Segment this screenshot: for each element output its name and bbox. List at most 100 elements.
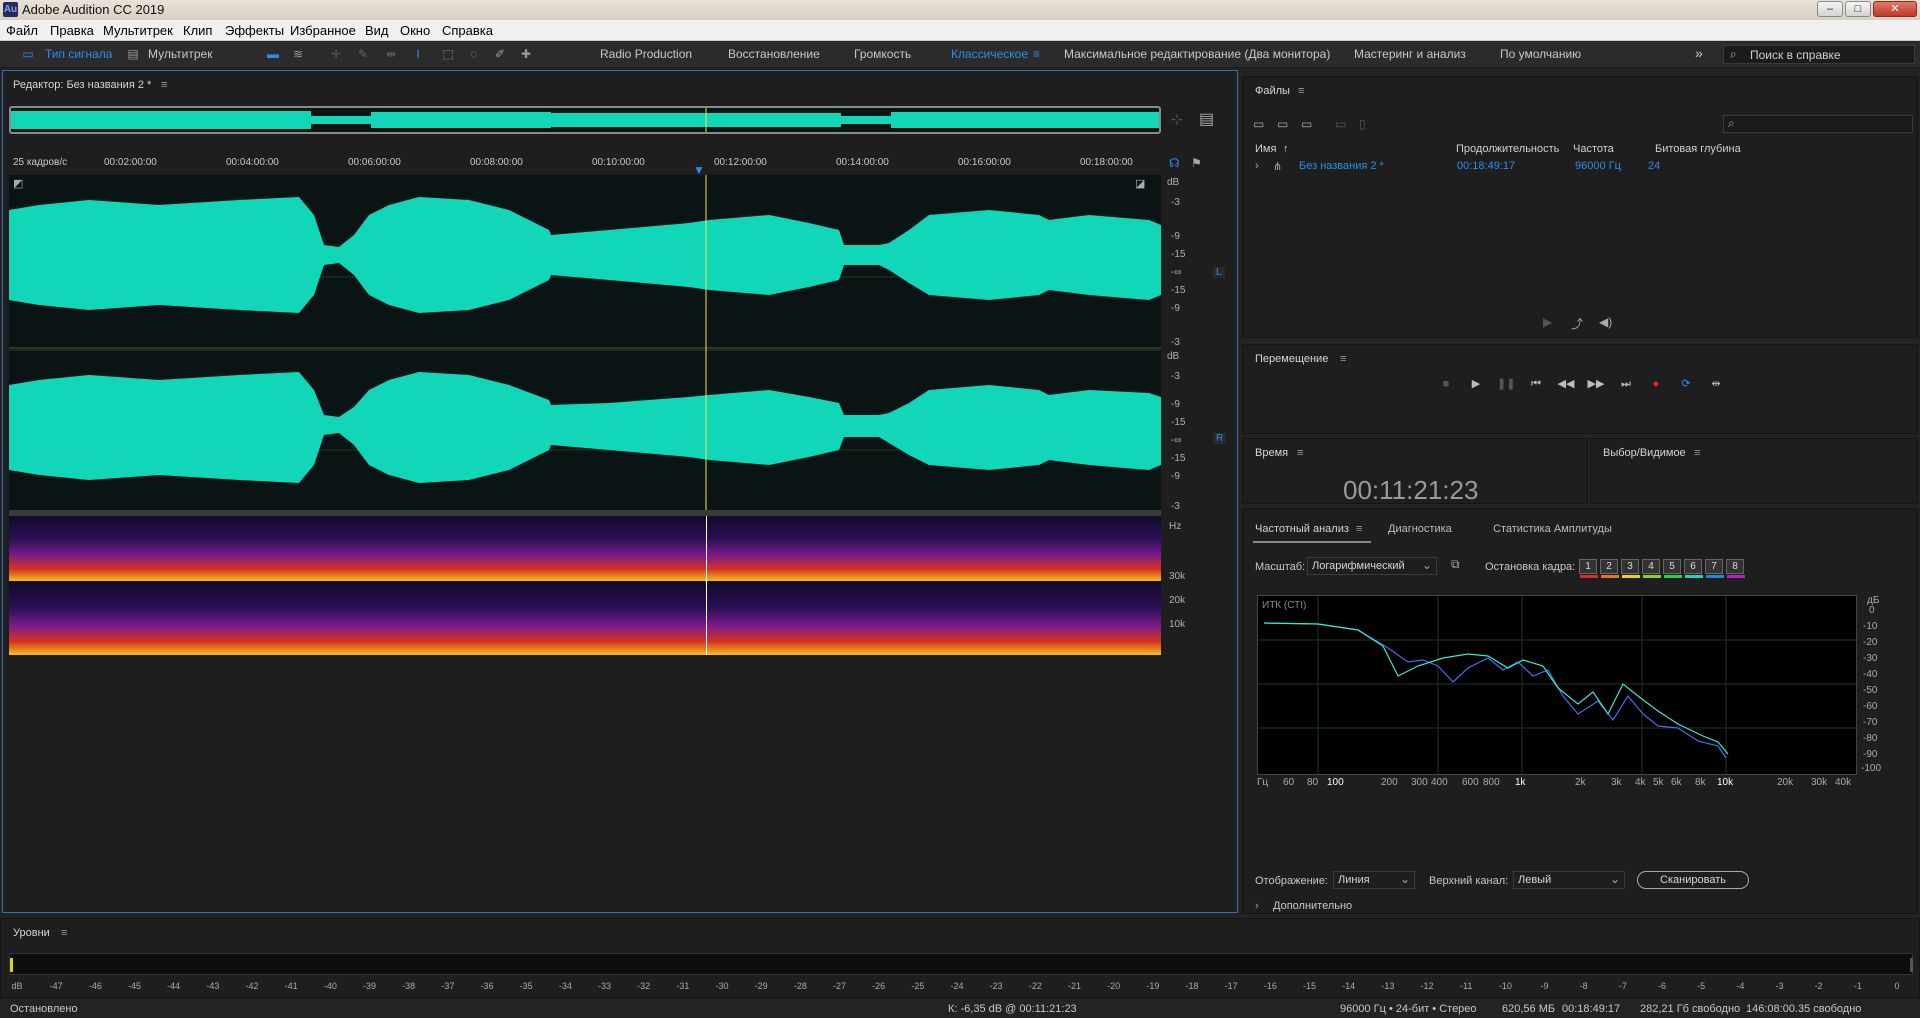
freeze-toggle-icon[interactable]: ⧉: [1451, 557, 1460, 572]
workspace-classic[interactable]: Классическое: [951, 47, 1028, 61]
go-to-start-button[interactable]: ⏮: [1527, 375, 1545, 393]
menu-clip[interactable]: Клип: [183, 23, 212, 38]
col-depth[interactable]: Битовая глубина: [1655, 143, 1741, 155]
workspace-mastering[interactable]: Мастеринг и анализ: [1354, 47, 1466, 61]
time-ruler[interactable]: 25 кадров/с 00:02:00:00 00:04:00:00 00:0…: [9, 154, 1161, 174]
stop-button[interactable]: ■: [1437, 375, 1455, 393]
fade-in-handle-icon[interactable]: ◩: [13, 177, 23, 190]
waveform-display[interactable]: ◩ ◪: [9, 175, 1161, 655]
autoplay-icon[interactable]: ◀): [1599, 315, 1612, 329]
freeze-slot[interactable]: 1: [1579, 559, 1598, 578]
brush-tool-icon[interactable]: ✐: [492, 47, 508, 61]
selection-menu-icon[interactable]: ≡: [1694, 447, 1700, 459]
workspace-overflow-button[interactable]: »: [1695, 45, 1703, 61]
play-button[interactable]: ▶: [1467, 375, 1485, 393]
freeze-slot[interactable]: 4: [1642, 559, 1661, 578]
col-name[interactable]: Имя: [1255, 143, 1276, 155]
minimize-button[interactable]: –: [1817, 1, 1843, 17]
transport-menu-icon[interactable]: ≡: [1340, 353, 1346, 365]
delete-icon[interactable]: ▯: [1359, 117, 1366, 131]
advanced-toggle[interactable]: Дополнительно: [1273, 900, 1352, 912]
play-preview-icon[interactable]: ▶: [1543, 315, 1552, 329]
editor-menu-icon[interactable]: ≡: [161, 79, 167, 91]
insert-icon[interactable]: ▭: [1335, 117, 1346, 131]
table-row[interactable]: › ⋔ Без названия 2 * 00:18:49:17 96000 Г…: [1243, 159, 1917, 175]
analysis-menu-icon[interactable]: ≡: [1356, 523, 1362, 535]
expand-chevron-icon[interactable]: ›: [1255, 160, 1259, 172]
maximize-button[interactable]: □: [1845, 1, 1871, 17]
clip-indicator[interactable]: [1910, 958, 1913, 972]
fade-out-handle-icon[interactable]: ◪: [1135, 177, 1145, 190]
move-tool-icon[interactable]: ✛: [328, 47, 344, 61]
skip-selection-button[interactable]: ⇹: [1707, 375, 1725, 393]
multitrack-view-button[interactable]: Мультитрек: [148, 47, 212, 61]
freeze-slot[interactable]: 7: [1705, 559, 1724, 578]
menu-effects[interactable]: Эффекты: [225, 23, 284, 38]
help-search-field[interactable]: ⌕ Поиск в справке: [1723, 45, 1915, 64]
frequency-graph[interactable]: ИТК (СТI): [1257, 595, 1857, 775]
workspace-radio-production[interactable]: Radio Production: [600, 47, 692, 61]
tab-frequency-analysis[interactable]: Частотный анализ: [1255, 523, 1349, 535]
waveform-display-icon[interactable]: ▬: [265, 47, 281, 61]
freeze-slot[interactable]: 2: [1600, 559, 1619, 578]
tab-diagnostics[interactable]: Диагностика: [1388, 523, 1452, 535]
loop-button[interactable]: ⟳: [1677, 375, 1695, 393]
spot-healing-tool-icon[interactable]: ✚: [518, 47, 534, 61]
lasso-tool-icon[interactable]: ◌: [466, 47, 482, 61]
overview-navigator[interactable]: [9, 106, 1161, 134]
workspace-menu-icon[interactable]: ≡: [1033, 47, 1040, 61]
channel-left-toggle[interactable]: L: [1213, 267, 1225, 278]
menu-help[interactable]: Справка: [442, 23, 493, 38]
levels-menu-icon[interactable]: ≡: [61, 927, 67, 939]
workspace-dual-monitor[interactable]: Максимальное редактирование (Два монитор…: [1064, 47, 1330, 61]
slip-tool-icon[interactable]: ⇹: [383, 47, 399, 61]
menu-window[interactable]: Окно: [400, 23, 430, 38]
open-file-icon[interactable]: ▭: [1253, 117, 1264, 131]
zoom-in-icon[interactable]: ⊹: [1171, 111, 1183, 128]
marquee-tool-icon[interactable]: ⬚: [440, 47, 456, 61]
go-to-end-button[interactable]: ⏭: [1617, 375, 1635, 393]
menu-favorites[interactable]: Избранное: [290, 23, 356, 38]
files-search-field[interactable]: ⌕: [1723, 115, 1913, 133]
files-menu-icon[interactable]: ≡: [1298, 85, 1304, 97]
ruler-tick: 00:06:00:00: [348, 157, 401, 168]
channel-right-toggle[interactable]: R: [1213, 433, 1227, 444]
spectrogram-display[interactable]: [9, 516, 1161, 655]
freeze-slot[interactable]: 3: [1621, 559, 1640, 578]
import-file-icon[interactable]: ▭: [1277, 117, 1288, 131]
spectral-display-icon[interactable]: ≋: [290, 47, 306, 61]
waveform-view-button[interactable]: Тип сигнала: [45, 47, 112, 61]
workspace-default[interactable]: По умолчанию: [1500, 47, 1581, 61]
marker-icon[interactable]: ⚑: [1191, 156, 1202, 170]
loop-preview-icon[interactable]: ⤴: [1571, 315, 1583, 332]
freeze-slot[interactable]: 5: [1663, 559, 1682, 578]
time-selection-tool-icon[interactable]: I: [410, 47, 426, 61]
record-button[interactable]: ●: [1647, 375, 1665, 393]
workspace-loudness[interactable]: Громкость: [854, 47, 911, 61]
razor-tool-icon[interactable]: ✎: [355, 47, 371, 61]
headphones-icon[interactable]: ☊: [1169, 156, 1180, 170]
menu-view[interactable]: Вид: [365, 23, 389, 38]
freeze-slot[interactable]: 6: [1684, 559, 1703, 578]
new-file-icon[interactable]: ▭: [1301, 117, 1312, 131]
display-select[interactable]: Линия: [1333, 871, 1415, 889]
channel-select[interactable]: Левый: [1513, 871, 1625, 889]
menu-edit[interactable]: Правка: [50, 23, 94, 38]
col-rate[interactable]: Частота: [1573, 143, 1614, 155]
rewind-button[interactable]: ◀◀: [1557, 375, 1575, 393]
scan-button[interactable]: Сканировать: [1637, 871, 1749, 889]
file-name[interactable]: Без названия 2 *: [1299, 160, 1384, 172]
scale-select[interactable]: Логарифмический: [1307, 557, 1437, 575]
menu-file[interactable]: Файл: [6, 23, 38, 38]
col-duration[interactable]: Продолжительность: [1456, 143, 1559, 155]
menu-multitrack[interactable]: Мультитрек: [103, 23, 173, 38]
fast-forward-button[interactable]: ▶▶: [1587, 375, 1605, 393]
view-mode-icon[interactable]: ▤: [1199, 109, 1214, 129]
freeze-slot[interactable]: 8: [1726, 559, 1745, 578]
tab-amplitude-statistics[interactable]: Статистика Амплитуды: [1493, 523, 1612, 535]
workspace-restoration[interactable]: Восстановление: [728, 47, 820, 61]
close-button[interactable]: ✕: [1873, 1, 1917, 17]
time-menu-icon[interactable]: ≡: [1297, 447, 1303, 459]
pause-button[interactable]: ❚❚: [1497, 375, 1515, 393]
expand-advanced-icon[interactable]: ›: [1255, 900, 1259, 912]
